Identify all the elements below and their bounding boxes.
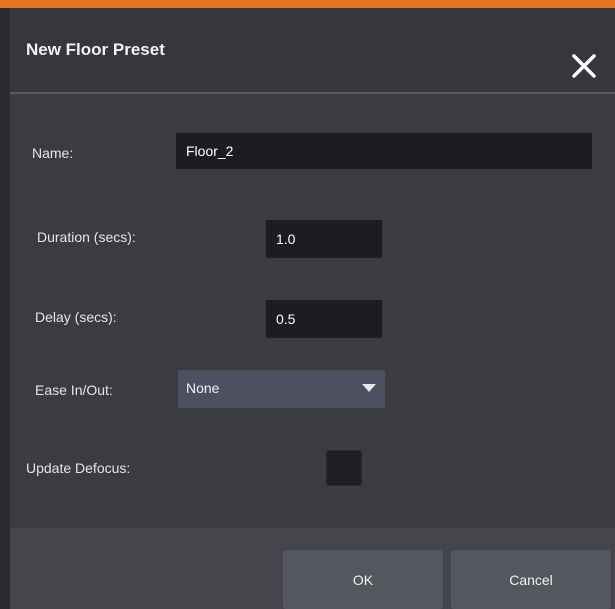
ease-label: Ease In/Out: — [35, 382, 113, 398]
name-input[interactable] — [176, 133, 592, 169]
update-defocus-checkbox[interactable] — [326, 450, 362, 486]
delay-input[interactable] — [266, 300, 382, 338]
accent-bar — [0, 0, 615, 8]
duration-input[interactable] — [266, 220, 382, 258]
duration-label: Duration (secs): — [37, 229, 136, 245]
defocus-label: Update Defocus: — [26, 460, 131, 476]
ease-select[interactable]: None — [178, 370, 385, 408]
title-divider — [10, 92, 615, 94]
close-button[interactable] — [566, 48, 602, 84]
cancel-button[interactable]: Cancel — [451, 550, 611, 609]
delay-label: Delay (secs): — [35, 309, 117, 325]
name-label: Name: — [32, 145, 74, 161]
dialog-title: New Floor Preset — [26, 40, 165, 59]
ok-button[interactable]: OK — [283, 550, 443, 609]
ease-selected-value: None — [186, 380, 220, 396]
dropdown-arrow-icon — [362, 384, 376, 392]
close-icon — [572, 54, 596, 78]
